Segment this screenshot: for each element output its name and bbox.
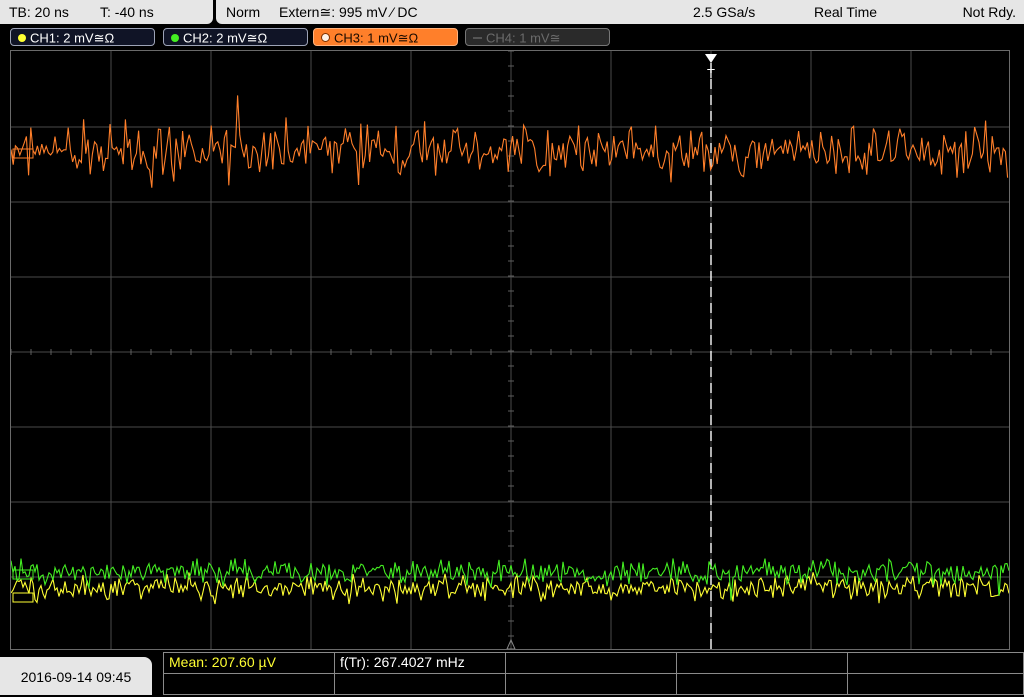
acquisition-status-panel[interactable]: Norm Extern≅: 995 mV ⁄ DC 2.5 GSa/s Real… bbox=[216, 0, 1024, 24]
measurement-cell bbox=[676, 652, 848, 674]
waveform-canvas: T bbox=[11, 51, 1009, 649]
top-status-bar: TB: 20 ns T: -40 ns Norm Extern≅: 995 mV… bbox=[0, 0, 1024, 26]
measurement-cell bbox=[505, 673, 677, 695]
trigger-mode-label: Norm bbox=[226, 4, 261, 20]
waveform-ch3 bbox=[11, 95, 1009, 188]
trigger-source-label: Extern≅: 995 mV ⁄ DC bbox=[279, 4, 418, 20]
datetime-panel: 2016-09-14 09:45 bbox=[0, 657, 152, 695]
channel-dot-icon bbox=[171, 33, 179, 42]
waveform-display[interactable]: T bbox=[10, 50, 1010, 650]
frequency-measurement: f(Tr): 267.4027 mHz bbox=[340, 654, 465, 670]
channel-dot-icon bbox=[18, 33, 26, 42]
measurement-cell bbox=[334, 673, 506, 695]
acquisition-mode-label: Real Time bbox=[814, 4, 878, 20]
channel-label: CH1: 2 mV≅Ω bbox=[30, 30, 115, 46]
measurement-cell bbox=[163, 673, 335, 695]
measurement-cell bbox=[847, 673, 1024, 695]
channel-label: CH3: 1 mV≅Ω bbox=[334, 30, 419, 46]
channel-dot-icon bbox=[321, 33, 330, 43]
channel-label: CH2: 2 mV≅Ω bbox=[183, 30, 268, 46]
run-status-label: Not Rdy. bbox=[962, 4, 1016, 20]
sample-rate-label: 2.5 GSa/s bbox=[693, 4, 756, 20]
channel-label: CH4: 1 mV≅ bbox=[486, 30, 561, 46]
channel-tab-ch1[interactable]: CH1: 2 mV≅Ω bbox=[10, 28, 155, 46]
channel-dot-icon bbox=[473, 36, 482, 39]
channel-tab-ch2[interactable]: CH2: 2 mV≅Ω bbox=[163, 28, 308, 46]
datetime-label: 2016-09-14 09:45 bbox=[20, 669, 132, 685]
trigger-position-icon bbox=[705, 54, 717, 63]
timebase-label: TB: 20 ns bbox=[9, 4, 69, 20]
measurement-cell bbox=[676, 673, 848, 695]
measurement-panel[interactable]: Mean: 207.60 µV f(Tr): 267.4027 mHz bbox=[163, 652, 1024, 695]
measurement-cell bbox=[505, 652, 677, 674]
measurement-cell bbox=[847, 652, 1024, 674]
channel-tab-ch3[interactable]: CH3: 1 mV≅Ω bbox=[313, 28, 458, 46]
mean-measurement: Mean: 207.60 µV bbox=[169, 654, 276, 670]
trigger-offset-label: T: -40 ns bbox=[100, 4, 154, 20]
trigger-marker-label: T bbox=[707, 66, 715, 81]
channel-tab-ch4[interactable]: CH4: 1 mV≅ bbox=[465, 28, 610, 46]
timebase-panel[interactable]: TB: 20 ns T: -40 ns bbox=[0, 0, 213, 24]
ch1-ground-icon bbox=[12, 592, 34, 603]
ch1-offset-marker[interactable] bbox=[12, 592, 34, 603]
